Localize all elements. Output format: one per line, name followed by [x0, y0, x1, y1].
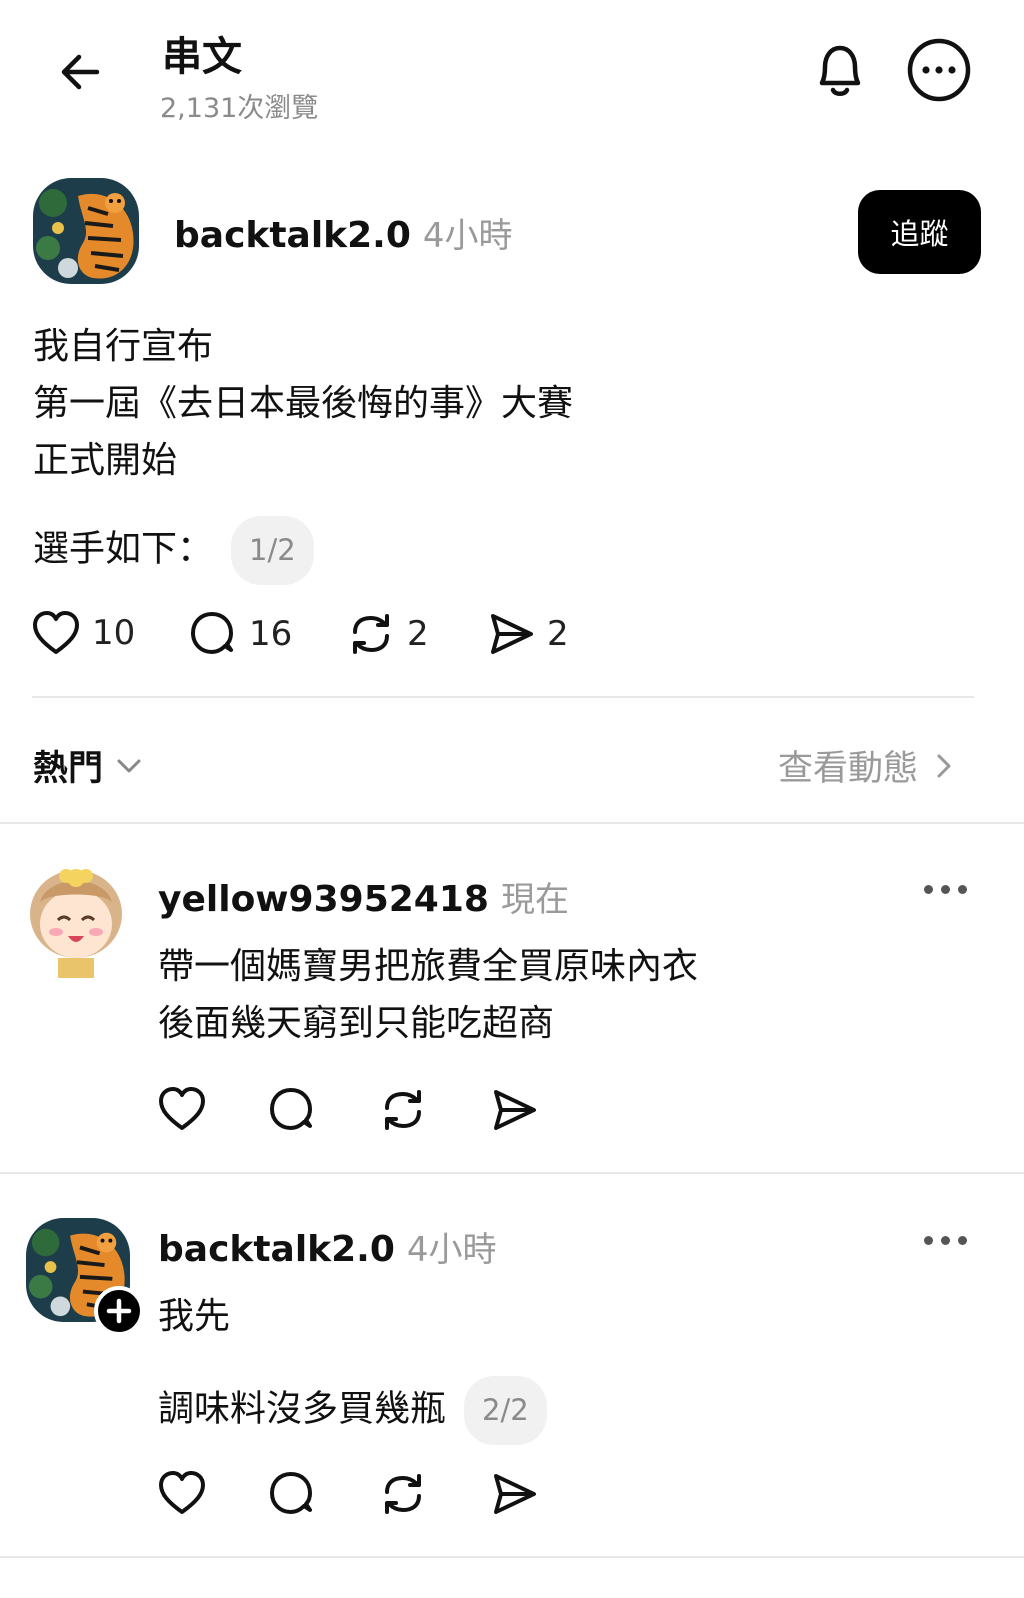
- repost-button[interactable]: [379, 1470, 427, 1518]
- repost-icon: [353, 614, 389, 654]
- tiger-avatar-image: [33, 178, 139, 284]
- reply-more-button[interactable]: [924, 885, 967, 894]
- comment-icon: [270, 1088, 312, 1130]
- divider: [0, 1172, 1024, 1174]
- heart-icon: [33, 611, 79, 654]
- comment-icon: [270, 1472, 312, 1514]
- sort-selector[interactable]: 熱門: [33, 740, 145, 791]
- notification-button[interactable]: [808, 38, 872, 102]
- avatar[interactable]: [33, 178, 139, 284]
- heart-icon: [159, 1471, 205, 1514]
- reply-second-paragraph: 調味料沒多買幾瓶 2/2: [158, 1376, 547, 1445]
- more-options-button[interactable]: [905, 36, 973, 104]
- cartoon-girl-avatar-image: [20, 862, 132, 978]
- view-count: 2,131次瀏覽: [160, 93, 319, 124]
- dot: [958, 885, 967, 894]
- bell-icon: [819, 45, 861, 96]
- more-circle-icon: [907, 38, 971, 102]
- comment-count: 16: [249, 614, 293, 654]
- reply-username[interactable]: backtalk2.0: [158, 1229, 395, 1270]
- plus-badge-icon: [94, 1286, 144, 1336]
- repost-count: 2: [407, 614, 429, 654]
- post-line: 第一屆《去日本最後悔的事》大賽: [33, 383, 574, 424]
- chevron-right-icon: [937, 754, 951, 777]
- post-author: backtalk2.0 4小時: [174, 208, 513, 257]
- reply-author: yellow93952418 現在: [158, 872, 569, 921]
- comment-icon: [191, 612, 233, 654]
- reply-username[interactable]: yellow93952418: [158, 879, 489, 920]
- heart-icon: [159, 1087, 205, 1130]
- reply-author: backtalk2.0 4小時: [158, 1222, 497, 1271]
- sort-label: 熱門: [33, 749, 104, 789]
- repost-button[interactable]: 2: [347, 610, 429, 658]
- dot: [924, 885, 933, 894]
- back-button[interactable]: [50, 42, 110, 102]
- divider: [0, 1556, 1024, 1558]
- comment-button[interactable]: [268, 1470, 316, 1518]
- chevron-down-icon: [117, 759, 141, 772]
- share-button[interactable]: 2: [487, 610, 569, 658]
- share-button[interactable]: [490, 1470, 538, 1518]
- reply-line: 調味料沒多買幾瓶: [158, 1388, 447, 1430]
- send-icon: [494, 1090, 536, 1130]
- repost-button[interactable]: [379, 1086, 427, 1134]
- follow-button[interactable]: 追蹤: [858, 190, 981, 274]
- avatar[interactable]: [20, 862, 132, 978]
- send-icon: [494, 1474, 536, 1514]
- reply-line: 帶一個媽寶男把旅費全買原味內衣: [158, 946, 699, 987]
- comment-button[interactable]: [268, 1086, 316, 1134]
- reply-text: 帶一個媽寶男把旅費全買原味內衣 後面幾天窮到只能吃超商: [158, 938, 698, 1052]
- post-line: 我自行宣布: [33, 326, 214, 367]
- follow-plus-button[interactable]: [94, 1286, 144, 1336]
- post-username[interactable]: backtalk2.0: [174, 215, 411, 256]
- reply-more-button[interactable]: [924, 1236, 967, 1245]
- comment-button[interactable]: 16: [189, 610, 292, 658]
- reply-line: 後面幾天窮到只能吃超商: [158, 1003, 555, 1044]
- page-title: 串文: [162, 34, 242, 80]
- post-second-paragraph: 選手如下： 1/2: [33, 516, 314, 585]
- repost-icon: [385, 1474, 421, 1514]
- divider: [0, 822, 1024, 824]
- post-text: 我自行宣布 第一屆《去日本最後悔的事》大賽 正式開始: [33, 318, 573, 489]
- view-activity-link[interactable]: 查看動態: [778, 740, 958, 791]
- arrow-left-icon: [61, 54, 100, 90]
- reply-text: 我先: [158, 1296, 231, 1337]
- post-line: 正式開始: [33, 440, 178, 481]
- reply-time: 現在: [500, 880, 569, 920]
- like-count: 10: [92, 613, 136, 653]
- share-button[interactable]: [490, 1086, 538, 1134]
- reply-time: 4小時: [406, 1230, 497, 1270]
- dot: [924, 1236, 933, 1245]
- page-indicator: 2/2: [464, 1376, 547, 1445]
- post-line: 選手如下：: [33, 528, 214, 570]
- page-indicator: 1/2: [231, 516, 314, 585]
- post-time: 4小時: [422, 216, 513, 256]
- dot: [941, 1236, 950, 1245]
- send-icon: [491, 614, 533, 654]
- dot: [958, 1236, 967, 1245]
- like-button[interactable]: [158, 1470, 206, 1516]
- share-count: 2: [547, 614, 569, 654]
- like-button[interactable]: [158, 1086, 206, 1132]
- view-activity-label: 查看動態: [778, 749, 919, 789]
- repost-icon: [385, 1090, 421, 1130]
- like-button[interactable]: 10: [32, 610, 135, 656]
- divider: [32, 696, 974, 698]
- dot: [941, 885, 950, 894]
